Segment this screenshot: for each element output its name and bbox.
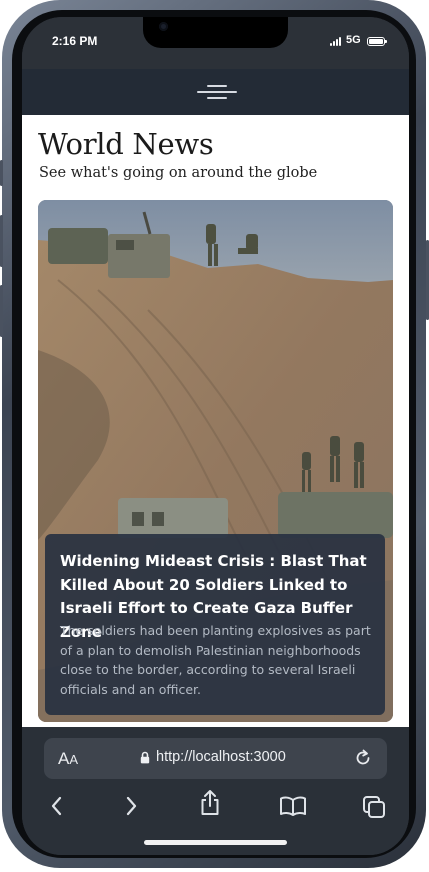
side-button-volume-up <box>0 215 3 267</box>
tabs-icon[interactable] <box>362 795 386 819</box>
home-indicator <box>144 840 287 845</box>
news-card[interactable]: Widening Mideast Crisis : Blast That Kil… <box>38 200 393 722</box>
status-bar: 2:16 PM 5G <box>22 17 409 69</box>
network-label: 5G <box>346 34 361 46</box>
lock-icon <box>140 751 150 764</box>
reload-icon[interactable] <box>353 748 373 768</box>
share-icon[interactable] <box>199 789 221 817</box>
app-header <box>22 69 409 115</box>
side-button-volume-down <box>0 285 3 337</box>
news-card-overlay: Widening Mideast Crisis : Blast That Kil… <box>45 534 385 715</box>
side-button-mute <box>0 160 3 186</box>
battery-icon <box>367 37 387 46</box>
signal-icon <box>330 37 344 46</box>
status-time: 2:16 PM <box>52 34 98 48</box>
browser-toolbar: AA http://localhost:3000 <box>22 727 409 855</box>
news-card-description: The soldiers had been planting explosive… <box>60 623 371 697</box>
url-text: http://localhost:3000 <box>156 749 286 765</box>
bookmarks-icon[interactable] <box>279 795 307 817</box>
back-icon[interactable] <box>49 795 65 817</box>
address-bar[interactable]: AA http://localhost:3000 <box>44 738 387 779</box>
phone-screen: 2:16 PM 5G World News See what's going o… <box>22 17 409 855</box>
reader-settings-button[interactable]: AA <box>58 749 78 769</box>
url-display[interactable]: http://localhost:3000 <box>140 749 286 765</box>
dynamic-island <box>143 17 288 48</box>
forward-icon[interactable] <box>123 795 139 817</box>
page-title: World News <box>38 127 214 161</box>
page-subtitle: See what's going on around the globe <box>39 165 318 181</box>
camera-icon <box>159 22 168 31</box>
page-content: World News See what's going on around th… <box>22 115 409 727</box>
menu-icon[interactable] <box>197 85 237 101</box>
